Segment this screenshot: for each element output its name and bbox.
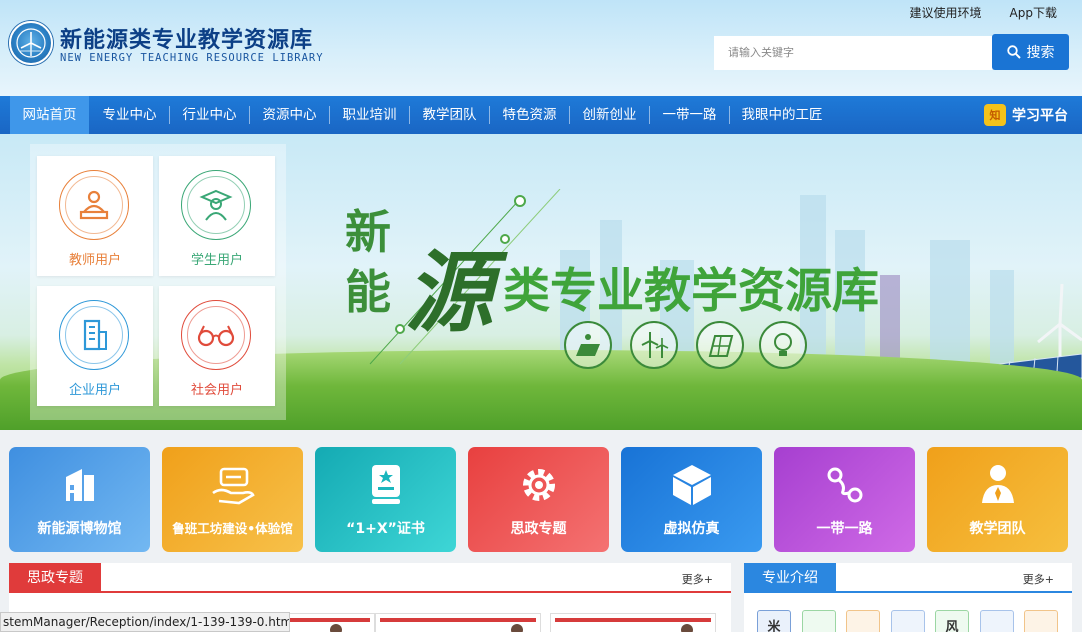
major-tile[interactable] (802, 610, 836, 632)
city-silhouette (880, 275, 900, 370)
nav-item-industry-center[interactable]: 行业中心 (170, 96, 249, 134)
study-platform-link[interactable]: 知 学习平台 (984, 96, 1068, 134)
main-nav: 网站首页 专业中心 行业中心 资源中心 职业培训 教学团队 特色资源 创新创业 … (0, 96, 1082, 134)
wind-turbine-icon (630, 321, 678, 369)
public-user-label: 社会用户 (190, 383, 243, 398)
certificate-icon (315, 463, 456, 507)
search-button[interactable]: 搜索 (992, 34, 1069, 70)
browser-status-bar: stemManager/Reception/index/1-139-139-0.… (0, 612, 290, 632)
hand-card-icon (162, 463, 303, 507)
tile-label: 鲁班工坊建设•体验馆 (172, 521, 293, 536)
search-button-label: 搜索 (1026, 45, 1055, 61)
headline-char-1: 新 (345, 205, 391, 259)
glasses-icon (181, 300, 251, 370)
student-user-panel[interactable]: 学生用户 (159, 156, 275, 276)
teacher-icon (59, 170, 129, 240)
major-tile[interactable] (980, 610, 1014, 632)
gear-icon (468, 463, 609, 507)
nav-item-vocational-training[interactable]: 职业培训 (330, 96, 409, 134)
nav-item-teaching-team[interactable]: 教学团队 (410, 96, 489, 134)
tile-ideology-topics[interactable]: 思政专题 (468, 447, 609, 552)
tile-belt-road[interactable]: 一带一路 (774, 447, 915, 552)
knowledge-icon: 知 (984, 104, 1006, 126)
solar-grid-icon (696, 321, 744, 369)
student-user-label: 学生用户 (190, 253, 243, 268)
nav-item-innovation[interactable]: 创新创业 (570, 96, 649, 134)
team-icon (927, 463, 1068, 507)
site-subtitle: NEW ENERGY TEACHING RESOURCE LIBRARY (60, 52, 324, 64)
tile-label: 教学团队 (969, 521, 1026, 537)
cube-icon (621, 463, 762, 507)
public-user-panel[interactable]: 社会用户 (159, 286, 275, 406)
nav-item-craftsman[interactable]: 我眼中的工匠 (730, 96, 834, 134)
major-tile[interactable] (1024, 610, 1058, 632)
recommended-env-link[interactable]: 建议使用环境 (910, 4, 982, 21)
major-tile[interactable] (846, 610, 880, 632)
student-icon (181, 170, 251, 240)
tile-label: 一带一路 (816, 521, 873, 537)
tile-1x-certificate[interactable]: “1+X”证书 (315, 447, 456, 552)
headline-calligraphy: 源 (405, 240, 494, 344)
video-thumbnail[interactable] (375, 613, 541, 632)
teacher-user-panel[interactable]: 教师用户 (37, 156, 153, 276)
link-icon (774, 463, 915, 507)
site-title: 新能源类专业教学资源库 (60, 28, 314, 53)
building-icon (59, 300, 129, 370)
app-download-link[interactable]: App下载 (1010, 4, 1057, 21)
tile-virtual-simulation[interactable]: 虚拟仿真 (621, 447, 762, 552)
major-tile[interactable]: 米 (757, 610, 791, 632)
tile-label: 虚拟仿真 (663, 521, 720, 537)
tile-label: 新能源博物馆 (37, 521, 122, 537)
nav-item-belt-road[interactable]: 一带一路 (650, 96, 729, 134)
nav-item-major-center[interactable]: 专业中心 (90, 96, 169, 134)
section-tab-major-intro[interactable]: 专业介绍 (744, 563, 836, 593)
enterprise-user-panel[interactable]: 企业用户 (37, 286, 153, 406)
more-link[interactable]: 更多+ (1023, 571, 1054, 587)
study-platform-label: 学习平台 (1012, 108, 1068, 124)
nav-item-home[interactable]: 网站首页 (10, 96, 89, 134)
section-header: 专业介绍 更多+ (744, 563, 1072, 593)
light-bulb-icon (759, 321, 807, 369)
search-input[interactable] (714, 36, 992, 70)
museum-building-icon (9, 463, 150, 507)
site-header: 新能源类专业教学资源库 NEW ENERGY TEACHING RESOURCE… (0, 0, 1082, 96)
nav-item-featured-resources[interactable]: 特色资源 (490, 96, 569, 134)
top-links: 建议使用环境 App下载 (910, 4, 1057, 21)
more-link[interactable]: 更多+ (682, 571, 713, 587)
video-thumbnail[interactable] (550, 613, 716, 632)
tile-teaching-team[interactable]: 教学团队 (927, 447, 1068, 552)
headline-char-2: 能 (345, 265, 391, 319)
logo-emblem-icon[interactable] (9, 21, 53, 65)
tile-new-energy-museum[interactable]: 新能源博物馆 (9, 447, 150, 552)
major-tile[interactable] (891, 610, 925, 632)
headline-text: 类专业教学资源库 (503, 264, 879, 319)
nav-item-resource-center[interactable]: 资源中心 (250, 96, 329, 134)
tile-luban-workshop[interactable]: 鲁班工坊建设•体验馆 (162, 447, 303, 552)
solar-panel-icon (564, 321, 612, 369)
search-icon (1006, 45, 1021, 59)
enterprise-user-label: 企业用户 (68, 383, 121, 398)
section-header: 思政专题 更多+ (9, 563, 731, 593)
major-tile[interactable]: 风 (935, 610, 969, 632)
tile-label: “1+X”证书 (346, 521, 425, 537)
section-tab-ideology[interactable]: 思政专题 (9, 563, 101, 593)
tile-label: 思政专题 (510, 521, 567, 537)
teacher-user-label: 教师用户 (68, 253, 121, 268)
hero-banner[interactable]: 新 能 源 类专业教学资源库 教师用户 学生用户 企业用户 社会用户 (0, 134, 1082, 430)
